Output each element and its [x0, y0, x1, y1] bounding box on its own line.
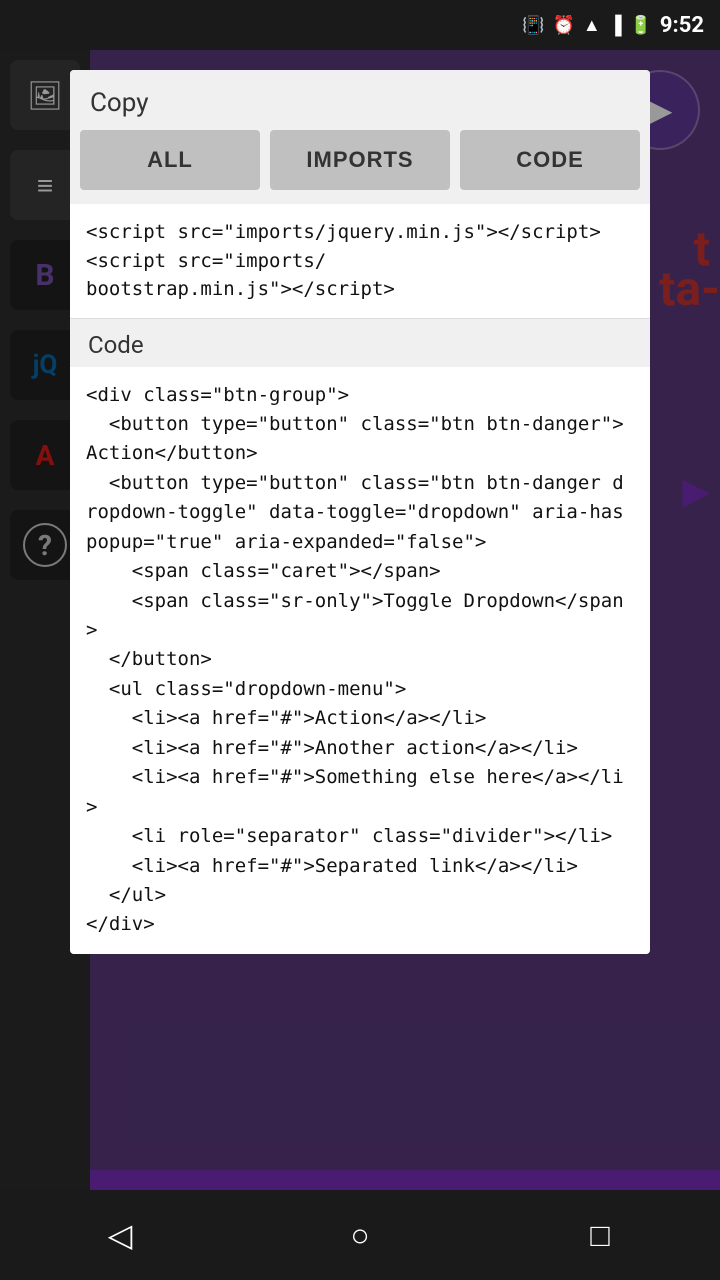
- dialog-overlay: Copy ALL IMPORTS CODE <script src="impor…: [0, 50, 720, 1230]
- alarm-icon: ⏰: [552, 15, 574, 36]
- dialog-tabs: ALL IMPORTS CODE: [70, 130, 650, 204]
- home-button[interactable]: ○: [320, 1195, 400, 1275]
- status-icons: 📳 ⏰ ▲ ▐ 🔋 9:52: [522, 13, 704, 38]
- tab-all[interactable]: ALL: [80, 130, 260, 190]
- copy-dialog: Copy ALL IMPORTS CODE <script src="impor…: [70, 70, 650, 954]
- tab-imports[interactable]: IMPORTS: [270, 130, 450, 190]
- bottom-navigation: ◁ ○ □: [0, 1190, 720, 1280]
- code-section: <div class="btn-group"> <button type="bu…: [70, 367, 650, 954]
- vibrate-icon: 📳: [522, 15, 544, 36]
- imports-code-text: <script src="imports/jquery.min.js"></sc…: [86, 218, 634, 304]
- back-button[interactable]: ◁: [80, 1195, 160, 1275]
- recent-apps-button[interactable]: □: [560, 1195, 640, 1275]
- wifi-icon: ▲: [583, 15, 601, 36]
- dialog-header: Copy: [70, 70, 650, 130]
- dialog-title: Copy: [90, 88, 149, 118]
- code-text: <div class="btn-group"> <button type="bu…: [86, 381, 634, 940]
- battery-icon: 🔋: [630, 15, 652, 36]
- imports-section: <script src="imports/jquery.min.js"></sc…: [70, 204, 650, 319]
- status-time: 9:52: [660, 13, 704, 38]
- code-section-label: Code: [70, 319, 650, 367]
- tab-code[interactable]: CODE: [460, 130, 640, 190]
- signal-icon: ▐: [609, 15, 622, 36]
- status-bar: 📳 ⏰ ▲ ▐ 🔋 9:52: [0, 0, 720, 50]
